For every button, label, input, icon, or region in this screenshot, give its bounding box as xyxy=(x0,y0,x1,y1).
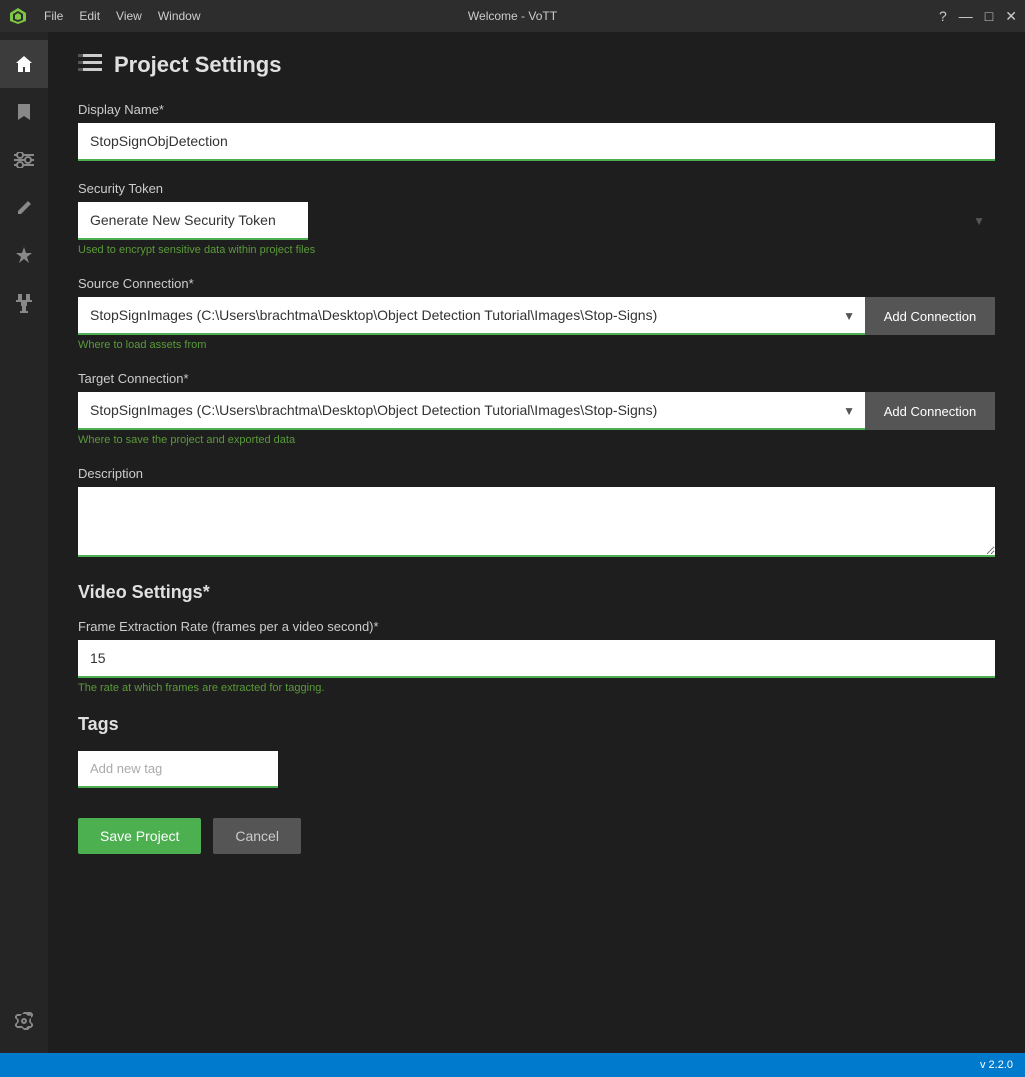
security-token-select-wrap: Generate New Security Token ▼ xyxy=(78,202,995,240)
menu-view[interactable]: View xyxy=(116,9,142,23)
description-textarea[interactable] xyxy=(78,487,995,557)
maximize-icon[interactable]: □ xyxy=(985,8,993,24)
security-token-label: Security Token xyxy=(78,181,995,196)
sidebar-item-train[interactable] xyxy=(0,232,48,280)
target-connection-select-wrap: StopSignImages (C:\Users\brachtma\Deskto… xyxy=(78,392,865,430)
description-label: Description xyxy=(78,466,995,481)
source-connection-label: Source Connection* xyxy=(78,276,995,291)
display-name-input[interactable] xyxy=(78,123,995,161)
window-controls[interactable]: ? — □ ✕ xyxy=(939,8,1017,25)
target-connection-row: StopSignImages (C:\Users\brachtma\Deskto… xyxy=(78,392,995,430)
sidebar xyxy=(0,32,48,1053)
main-content: Project Settings Display Name* Security … xyxy=(48,32,1025,1053)
tags-input[interactable] xyxy=(78,751,278,788)
sidebar-item-plugin[interactable] xyxy=(0,280,48,328)
title-bar: File Edit View Window Welcome - VoTT ? —… xyxy=(0,0,1025,32)
button-row: Save Project Cancel xyxy=(78,818,995,854)
frame-rate-hint: The rate at which frames are extracted f… xyxy=(78,682,995,694)
sidebar-item-bookmark[interactable] xyxy=(0,88,48,136)
sidebar-item-edit[interactable] xyxy=(0,184,48,232)
app-body: Project Settings Display Name* Security … xyxy=(0,32,1025,1053)
version-label: v 2.2.0 xyxy=(980,1059,1013,1071)
target-connection-group: Target Connection* StopSignImages (C:\Us… xyxy=(78,371,995,446)
tags-title: Tags xyxy=(78,714,995,735)
security-token-chevron-icon: ▼ xyxy=(973,214,985,228)
menu-file[interactable]: File xyxy=(44,9,63,23)
menu-edit[interactable]: Edit xyxy=(79,9,100,23)
security-token-hint: Used to encrypt sensitive data within pr… xyxy=(78,244,995,256)
frame-rate-input[interactable] xyxy=(78,640,995,678)
window-title: Welcome - VoTT xyxy=(468,9,557,23)
target-connection-hint: Where to save the project and exported d… xyxy=(78,434,995,446)
security-token-group: Security Token Generate New Security Tok… xyxy=(78,181,995,256)
source-connection-select[interactable]: StopSignImages (C:\Users\brachtma\Deskto… xyxy=(78,297,865,335)
save-project-button[interactable]: Save Project xyxy=(78,818,201,854)
target-connection-label: Target Connection* xyxy=(78,371,995,386)
page-title: Project Settings xyxy=(114,52,281,78)
security-token-select[interactable]: Generate New Security Token xyxy=(78,202,308,240)
source-connection-select-wrap: StopSignImages (C:\Users\brachtma\Deskto… xyxy=(78,297,865,335)
menu-bar[interactable]: File Edit View Window xyxy=(44,9,201,23)
video-settings-title: Video Settings* xyxy=(78,582,995,603)
source-connection-hint: Where to load assets from xyxy=(78,339,995,351)
status-bar: v 2.2.0 xyxy=(0,1053,1025,1077)
app-logo xyxy=(8,6,28,26)
page-header: Project Settings xyxy=(78,52,995,78)
sidebar-item-settings[interactable] xyxy=(0,997,48,1045)
display-name-label: Display Name* xyxy=(78,102,995,117)
page-header-icon xyxy=(78,52,102,78)
source-connection-group: Source Connection* StopSignImages (C:\Us… xyxy=(78,276,995,351)
tags-section: Tags xyxy=(78,714,995,788)
title-bar-left: File Edit View Window xyxy=(8,6,201,26)
target-add-connection-button[interactable]: Add Connection xyxy=(865,392,995,430)
target-connection-select[interactable]: StopSignImages (C:\Users\brachtma\Deskto… xyxy=(78,392,865,430)
sidebar-item-sliders[interactable] xyxy=(0,136,48,184)
video-settings-section: Video Settings* Frame Extraction Rate (f… xyxy=(78,582,995,694)
description-group: Description xyxy=(78,466,995,562)
minimize-icon[interactable]: — xyxy=(959,8,973,24)
frame-rate-label: Frame Extraction Rate (frames per a vide… xyxy=(78,619,995,634)
source-add-connection-button[interactable]: Add Connection xyxy=(865,297,995,335)
close-icon[interactable]: ✕ xyxy=(1005,8,1017,25)
menu-window[interactable]: Window xyxy=(158,9,201,23)
display-name-group: Display Name* xyxy=(78,102,995,161)
sidebar-item-home[interactable] xyxy=(0,40,48,88)
cancel-button[interactable]: Cancel xyxy=(213,818,301,854)
help-icon[interactable]: ? xyxy=(939,8,947,24)
source-connection-row: StopSignImages (C:\Users\brachtma\Deskto… xyxy=(78,297,995,335)
